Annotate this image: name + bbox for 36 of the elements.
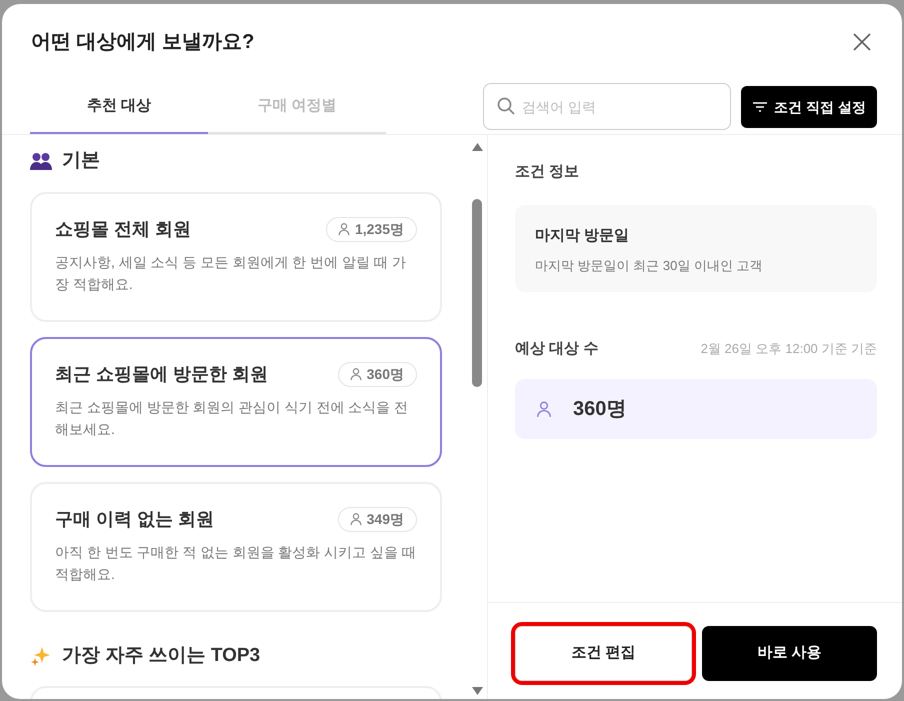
section-title: 기본	[62, 149, 100, 173]
filter-button[interactable]: 조건 직접 설정	[741, 86, 877, 128]
person-icon	[348, 512, 363, 526]
person-icon	[336, 222, 351, 236]
search-icon	[497, 97, 516, 115]
section-heading: 예상 대상 수	[515, 338, 598, 358]
estimated-count: 360명	[573, 397, 626, 422]
filter-icon	[752, 101, 768, 113]
condition-name: 마지막 방문일	[535, 226, 630, 246]
section-title: 가장 자주 쓰이는 TOP3	[62, 644, 260, 668]
section-heading: 조건 정보	[515, 162, 580, 182]
dialog-title: 어떤 대상에게 보낼까요?	[31, 30, 254, 54]
option-card[interactable]: 구매 이력 없는 회원 349명 아직 한 번도 구매한 적 없는 회원을 활성화 시키고 싶을 때 적합해요.	[30, 482, 442, 612]
scroll-down-arrow[interactable]	[472, 687, 483, 695]
scrollbar-thumb[interactable]	[472, 199, 482, 387]
option-title: 최근 쇼핑몰에 방문한 회원	[55, 362, 268, 386]
option-description: 공지사항, 세일 소식 등 모든 회원에게 한 번에 알릴 때 가장 적합해요.	[55, 252, 407, 294]
option-description: 아직 한 번도 구매한 적 없는 회원을 활성화 시키고 싶을 때 적합해요.	[55, 542, 417, 584]
option-title: 구매 이력 없는 회원	[55, 508, 214, 530]
timestamp: 2월 26일 오후 12:00 기준 기준	[700, 340, 877, 358]
option-card[interactable]: 최근 쇼핑몰에 방문한 회원 360명 최근 쇼핑몰에 방문한 회원의 관심이 식기 전에 소식을 전해보세요.	[30, 336, 442, 466]
member-count-pill: 1,235명	[326, 216, 417, 242]
sparkles-icon	[30, 644, 52, 667]
person-icon	[348, 367, 363, 381]
search-field[interactable]: 검색어 입력	[483, 83, 732, 130]
option-card[interactable]: 쇼핑몰 전체 회원 1,235명 공지사항, 세일 소식 등 모든 회원에게 한 번에 알릴 때 가장 적합해요.	[30, 192, 442, 322]
member-count-pill: 349명	[338, 506, 417, 532]
tab[interactable]: 추천 대상	[30, 80, 208, 134]
scroll-up-arrow[interactable]	[472, 143, 483, 151]
people-icon	[30, 152, 52, 170]
option-title: 쇼핑몰 전체 회원	[55, 218, 192, 240]
option-description: 최근 쇼핑몰에 방문한 회원의 관심이 식기 전에 소식을 전해보세요.	[55, 398, 410, 439]
use-now-button[interactable]: 바로 사용	[702, 626, 877, 681]
member-count-pill: 360명	[338, 362, 417, 386]
person-icon	[535, 400, 553, 418]
condition-description: 마지막 방문일이 최근 30일 이내인 고객	[535, 257, 764, 275]
